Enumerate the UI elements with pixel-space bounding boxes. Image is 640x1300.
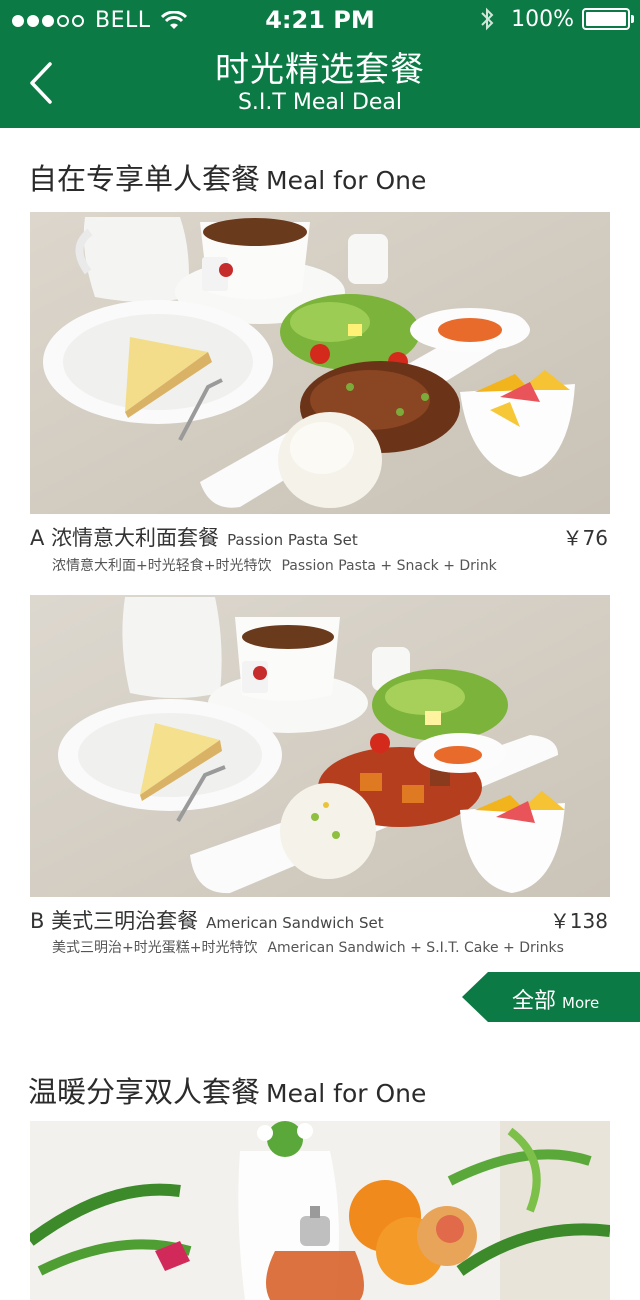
section-title-single: 自在专享单人套餐 Meal for One: [28, 156, 426, 198]
bluetooth-icon: [481, 7, 494, 31]
section-title-cn: 温暖分享双人套餐: [28, 1075, 261, 1109]
more-button[interactable]: 全部 More: [462, 972, 640, 1022]
meal-item-b-price: ￥138: [549, 909, 608, 933]
page-title: 时光精选套餐: [215, 50, 425, 90]
meal-desc-en: Passion Pasta + Snack + Drink: [281, 558, 497, 574]
meal-photo-double[interactable]: [30, 1121, 610, 1300]
section-title-double: 温暖分享双人套餐 Meal for One: [28, 1069, 426, 1111]
page-subtitle: S.I.T Meal Deal: [237, 90, 403, 115]
meal-photo-a[interactable]: [30, 212, 610, 514]
section-title-cn: 自在专享单人套餐: [28, 162, 261, 196]
app-header: BELL 4:21 PM 100% 时光精选套餐 S.I.T Meal Deal: [0, 0, 640, 128]
meal-item-a-name[interactable]: A 浓情意大利面套餐 Passion Pasta Set: [30, 522, 358, 552]
meal-item-b-name[interactable]: B 美式三明治套餐 American Sandwich Set: [30, 905, 384, 935]
battery-percentage: 100%: [511, 6, 574, 32]
meal-item-a-price: ￥76: [562, 526, 608, 550]
meal-letter: A: [30, 526, 45, 550]
meal-letter: B: [30, 909, 45, 933]
meal-desc-en: American Sandwich + S.I.T. Cake + Drinks: [267, 940, 564, 956]
status-bar: BELL 4:21 PM 100%: [0, 0, 640, 40]
meal-desc-cn: 美式三明治+时光蛋糕+时光特饮: [52, 940, 258, 956]
more-label: 全部 More: [512, 983, 599, 1015]
meal-name-en: Passion Pasta Set: [227, 531, 358, 549]
more-label-cn: 全部: [512, 989, 557, 1014]
meal-name-cn: 美式三明治套餐: [51, 909, 199, 933]
section-title-en: Meal for One: [266, 166, 427, 195]
more-label-en: More: [562, 994, 600, 1012]
meal-name-cn: 浓情意大利面套餐: [51, 526, 220, 550]
meal-name-en: American Sandwich Set: [206, 914, 384, 932]
meal-photo-b[interactable]: [30, 595, 610, 897]
status-right: 100%: [479, 6, 634, 32]
meal-desc-cn: 浓情意大利面+时光轻食+时光特饮: [52, 558, 272, 574]
section-title-en: Meal for One: [266, 1079, 427, 1108]
meal-item-b-desc: 美式三明治+时光蛋糕+时光特饮 American Sandwich + S.I.T…: [52, 937, 564, 957]
battery-icon: [582, 8, 634, 30]
meal-item-a-desc: 浓情意大利面+时光轻食+时光特饮 Passion Pasta + Snack + …: [52, 555, 497, 575]
